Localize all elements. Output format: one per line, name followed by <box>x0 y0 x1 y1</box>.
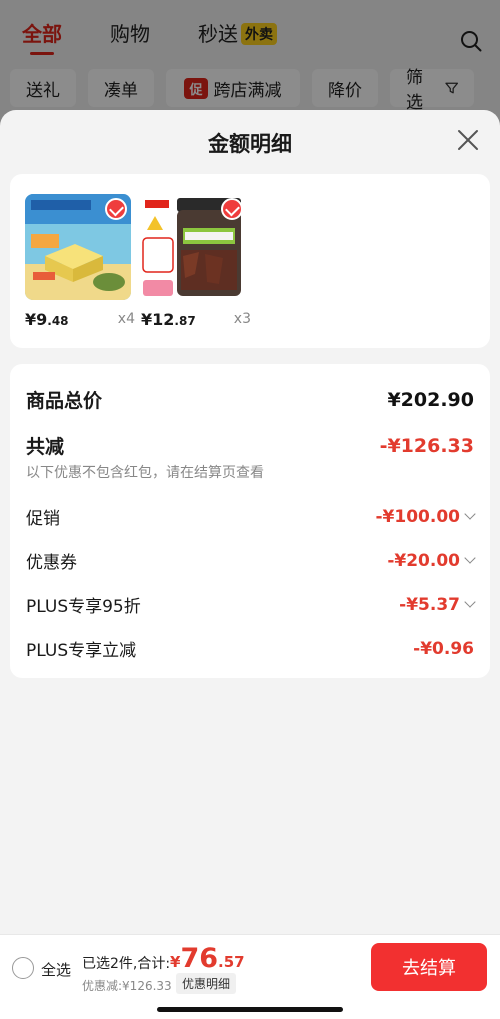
discount-value: -¥5.37 <box>399 594 476 615</box>
chevron-down-icon <box>464 595 476 608</box>
total-label: 商品总价 <box>26 390 103 412</box>
discount-row-promo[interactable]: 促销 -¥100.00 <box>26 504 476 529</box>
discount-label: PLUS专享立减 <box>26 641 137 661</box>
select-all-radio[interactable] <box>12 957 34 979</box>
discount-value: -¥100.00 <box>375 506 476 527</box>
selected-check-icon <box>105 198 127 220</box>
selected-count: 已选2件,合计: <box>82 956 171 972</box>
discount-value: -¥20.00 <box>387 550 476 571</box>
product-qty: x3 <box>233 311 251 327</box>
discount-label: PLUS专享95折 <box>26 597 141 617</box>
total-symbol: ¥ <box>170 953 181 971</box>
discount-amount: -¥0.96 <box>413 638 474 659</box>
product-price-dec: .48 <box>47 314 69 328</box>
discount-row-coupon[interactable]: 优惠券 -¥20.00 <box>26 548 476 573</box>
products-card: ¥9.48 x4 ¥12.87 x3 <box>10 174 490 348</box>
product-price: ¥12.87 <box>141 310 196 329</box>
discount-row-plus-reduce: PLUS专享立减 -¥0.96 <box>26 636 474 662</box>
discount-amount: -¥20.00 <box>387 550 460 571</box>
discount-row-plus-95[interactable]: PLUS专享95折 -¥5.37 <box>26 592 476 617</box>
discount-label: 促销 <box>26 509 60 529</box>
discount-note: 以下优惠不包含红包，请在结算页查看 <box>26 465 264 481</box>
chevron-down-icon <box>464 551 476 564</box>
product-image-mung-bean-cake <box>25 194 131 300</box>
reduce-label: 共减 <box>26 436 65 458</box>
discount-total: 优惠减:¥126.33 <box>82 979 172 993</box>
total-price: ¥76.57 <box>170 943 245 974</box>
chevron-down-icon <box>464 507 476 520</box>
product-image-chicken-jerky <box>141 194 247 300</box>
selected-check-icon <box>221 198 243 220</box>
discount-label: 优惠券 <box>26 553 77 573</box>
close-icon[interactable] <box>456 128 480 152</box>
discount-value: -¥0.96 <box>413 639 474 659</box>
product-price-int: ¥12 <box>141 310 175 329</box>
discount-amount: -¥5.37 <box>399 594 460 615</box>
total-row: 商品总价 ¥202.90 <box>26 386 474 413</box>
product-qty: x4 <box>117 311 135 327</box>
reduce-value: -¥126.33 <box>379 434 474 457</box>
home-indicator <box>157 1007 343 1012</box>
summary-card: 商品总价 ¥202.90 共减 -¥126.33 以下优惠不包含红包，请在结算页… <box>10 364 490 678</box>
discount-amount: -¥100.00 <box>375 506 461 527</box>
product-price: ¥9.48 <box>25 310 69 329</box>
checkout-bar: 全选 已选2件,合计: ¥76.57 优惠减:¥126.33 优惠明细 去结算 <box>0 934 500 1019</box>
total-value: ¥202.90 <box>387 388 474 411</box>
discount-detail-button[interactable]: 优惠明细 <box>176 973 237 994</box>
product-item[interactable]: ¥12.87 x3 <box>141 194 251 329</box>
total-dec: .57 <box>218 953 245 971</box>
product-price-int: ¥9 <box>25 310 48 329</box>
total-int: 76 <box>180 943 219 974</box>
select-all-label[interactable]: 全选 <box>41 959 71 980</box>
product-item[interactable]: ¥9.48 x4 <box>25 194 135 329</box>
sheet-title: 金额明细 <box>208 132 292 156</box>
amount-detail-sheet: 金额明细 ¥9.48 x4 ¥12.87 x3 商品总价 ¥202.90 共减 … <box>0 110 500 1019</box>
product-price-dec: .87 <box>174 314 196 328</box>
reduce-row: 共减 -¥126.33 <box>26 432 474 459</box>
checkout-button[interactable]: 去结算 <box>371 943 487 991</box>
